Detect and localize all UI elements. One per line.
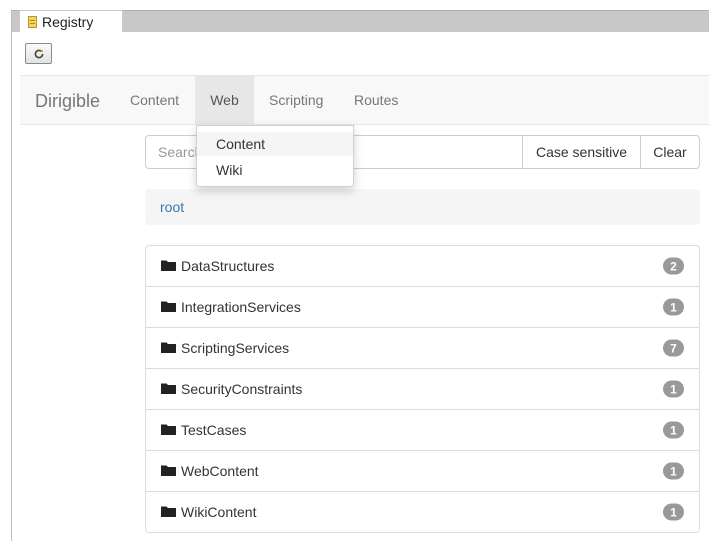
nav-scripting[interactable]: Scripting bbox=[269, 76, 323, 124]
folder-icon bbox=[161, 465, 176, 476]
item-count-badge: 1 bbox=[663, 380, 684, 398]
dropdown-item-wiki[interactable]: Wiki bbox=[197, 158, 353, 182]
refresh-icon bbox=[34, 49, 43, 58]
folder-name: DataStructures bbox=[181, 258, 275, 274]
item-count-badge: 7 bbox=[663, 339, 684, 357]
folder-name: ScriptingServices bbox=[181, 340, 290, 356]
folder-item-testcases[interactable]: TestCases 1 bbox=[146, 409, 699, 450]
item-count-badge: 1 bbox=[663, 421, 684, 439]
folder-name: WikiContent bbox=[181, 504, 257, 520]
folder-name: IntegrationServices bbox=[181, 299, 301, 315]
refresh-button[interactable] bbox=[25, 43, 52, 64]
folder-item-wikicontent[interactable]: WikiContent 1 bbox=[146, 491, 699, 532]
breadcrumb: root bbox=[145, 189, 700, 225]
folder-icon bbox=[161, 342, 176, 353]
folder-item-webcontent[interactable]: WebContent 1 bbox=[146, 450, 699, 491]
folder-icon bbox=[161, 301, 176, 312]
registry-tab[interactable]: Registry bbox=[19, 10, 123, 32]
nav-web[interactable]: Web bbox=[195, 76, 254, 124]
folder-icon bbox=[161, 506, 176, 517]
top-navbar: Dirigible Content Web Scripting Routes bbox=[20, 75, 709, 125]
folder-icon bbox=[161, 424, 176, 435]
folder-item-scriptingservices[interactable]: ScriptingServices 7 bbox=[146, 327, 699, 368]
clear-button[interactable]: Clear bbox=[640, 135, 700, 169]
nav-content[interactable]: Content bbox=[130, 76, 179, 124]
notepad-icon bbox=[28, 15, 37, 28]
folder-item-integrationservices[interactable]: IntegrationServices 1 bbox=[146, 286, 699, 327]
window-border bbox=[11, 10, 12, 541]
item-count-badge: 2 bbox=[663, 257, 684, 275]
case-sensitive-button[interactable]: Case sensitive bbox=[522, 135, 641, 169]
registry-tab-label: Registry bbox=[42, 13, 94, 30]
folder-icon bbox=[161, 260, 176, 271]
folder-name: TestCases bbox=[181, 422, 247, 438]
item-count-badge: 1 bbox=[663, 298, 684, 316]
item-count-badge: 1 bbox=[663, 462, 684, 480]
folder-name: WebContent bbox=[181, 463, 259, 479]
brand[interactable]: Dirigible bbox=[35, 91, 100, 112]
item-count-badge: 1 bbox=[663, 503, 684, 521]
folder-list: DataStructures 2 IntegrationServices 1 S… bbox=[145, 245, 700, 533]
web-dropdown-menu: Content Wiki bbox=[196, 125, 354, 187]
nav-routes[interactable]: Routes bbox=[354, 76, 398, 124]
folder-name: SecurityConstraints bbox=[181, 381, 303, 397]
folder-icon bbox=[161, 383, 176, 394]
dropdown-item-content[interactable]: Content bbox=[197, 132, 353, 156]
breadcrumb-root-link[interactable]: root bbox=[160, 199, 184, 215]
folder-item-datastructures[interactable]: DataStructures 2 bbox=[146, 246, 699, 286]
folder-item-securityconstraints[interactable]: SecurityConstraints 1 bbox=[146, 368, 699, 409]
